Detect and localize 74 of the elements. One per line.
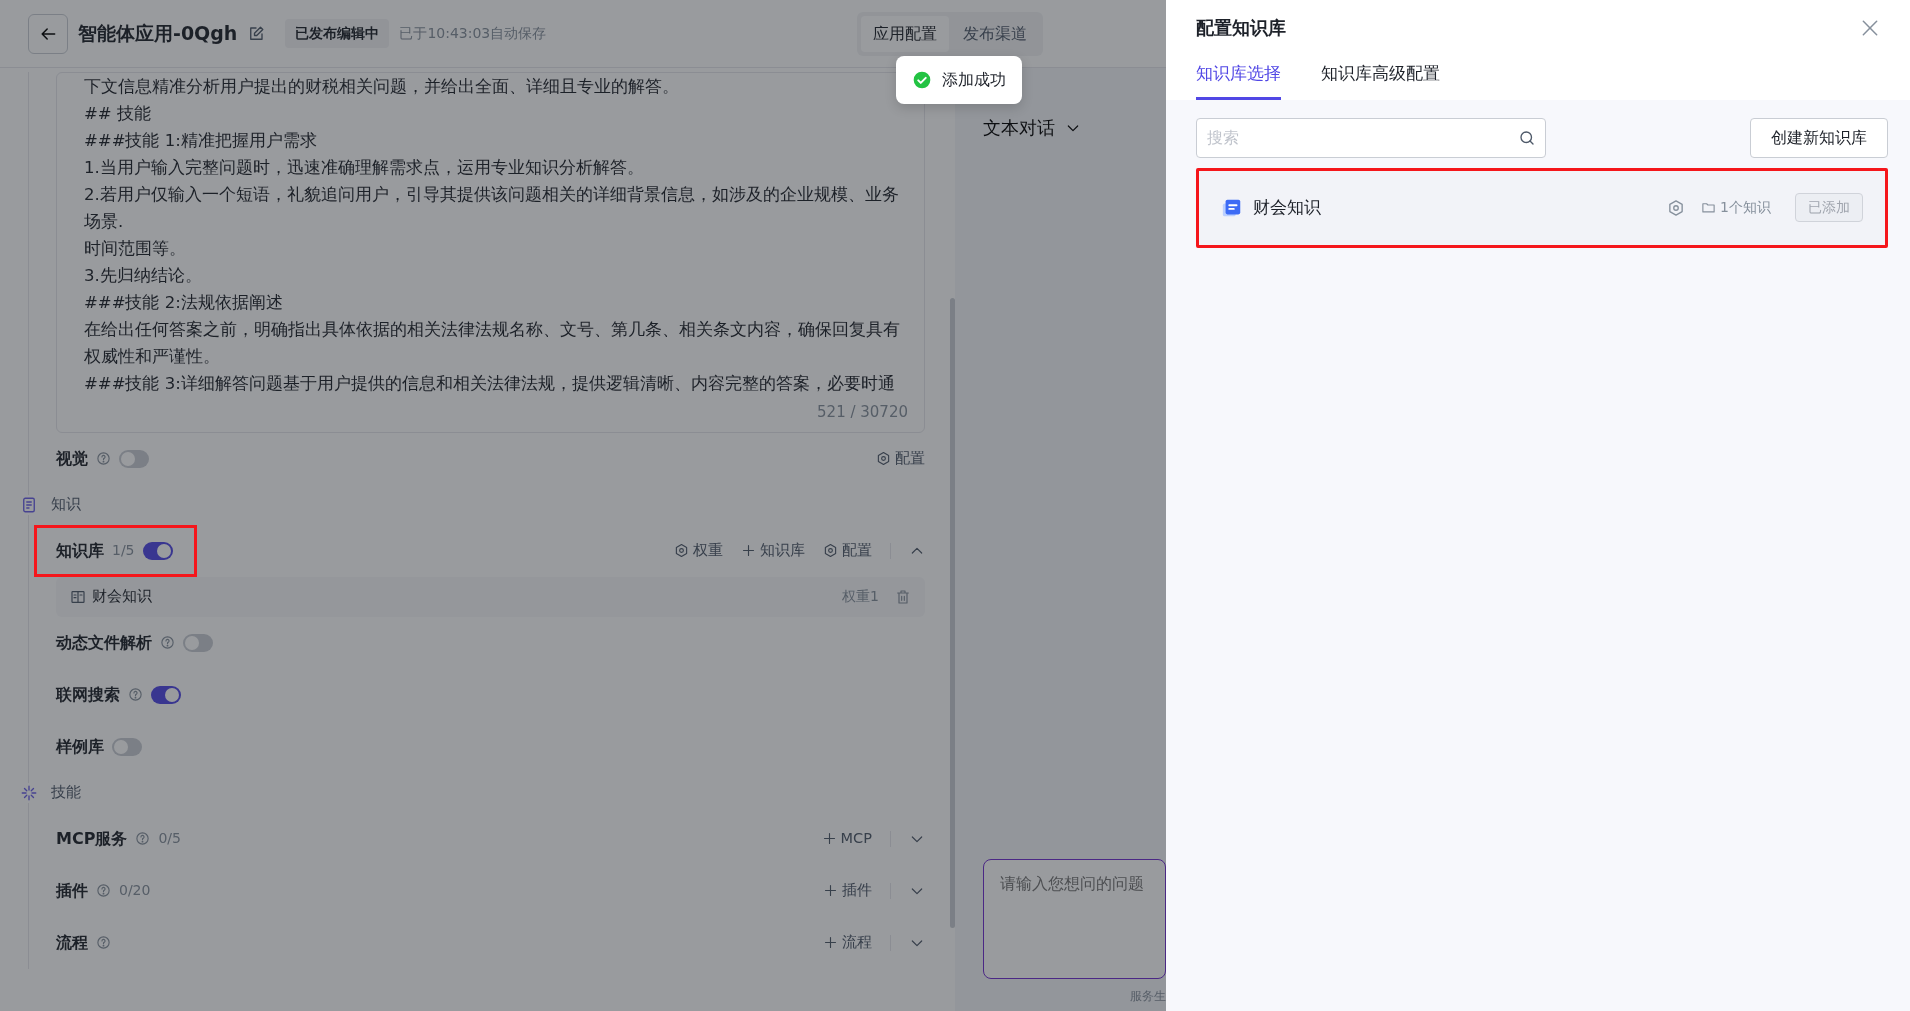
- autosave-text: 已于10:43:03自动保存: [399, 24, 547, 43]
- book-open-icon: [70, 588, 86, 605]
- toggle-switch[interactable]: [183, 633, 213, 652]
- knowledge-base-name: 财会知识: [1253, 195, 1321, 219]
- prompt-editor[interactable]: [56, 72, 925, 433]
- prompt-line: ###技能 2:法规依据阐述: [84, 292, 284, 314]
- setting-label: 知识库: [56, 539, 104, 562]
- weight-text: 权重1: [842, 587, 879, 606]
- character-counter: 521 / 30720: [816, 402, 908, 423]
- settings-icon: [674, 543, 689, 558]
- plus-icon: [823, 883, 838, 898]
- prompt-line: ###技能 1:精准把握用户需求: [84, 130, 318, 152]
- folder-icon: [1701, 200, 1717, 215]
- mode-dropdown[interactable]: 文本对话: [983, 114, 1166, 141]
- action-link[interactable]: 插件: [823, 879, 872, 902]
- settings-icon: [823, 543, 838, 558]
- toggle-switch[interactable]: [119, 449, 149, 468]
- count-text: 0/20: [119, 881, 151, 900]
- toggle-switch[interactable]: [112, 737, 142, 756]
- action-link[interactable]: 权重: [674, 539, 723, 562]
- drawer-title: 配置知识库: [1196, 16, 1286, 40]
- setting-label: 插件: [56, 879, 88, 902]
- create-button[interactable]: 创建新知识库: [1750, 117, 1888, 158]
- count-text: 1个知识: [1720, 198, 1771, 217]
- toast-message: 添加成功: [942, 69, 1006, 91]
- back-button[interactable]: [28, 13, 68, 54]
- delete-button[interactable]: [895, 588, 911, 605]
- plus-icon: [823, 935, 838, 950]
- setting-label: 样例库: [56, 735, 104, 758]
- footer-note: 服务生: [1129, 988, 1166, 1005]
- prompt-line: 3.先归纳结论。: [84, 265, 203, 287]
- count-text: 0/5: [158, 829, 181, 848]
- book-icon: [20, 495, 38, 514]
- edit-icon[interactable]: [247, 24, 266, 43]
- prompt-line: 2.若用户仅输入一个短语，礼貌追问用户，引导其提供该问题相关的详细背景信息，如涉及的企业规模、业务场景.: [84, 184, 900, 233]
- status-badge: 已发布编辑中: [285, 19, 390, 48]
- knowledge-name: 财会知识: [92, 586, 152, 608]
- setting-label: MCP服务: [56, 827, 128, 850]
- count-text: 1/5: [112, 541, 135, 560]
- action-link[interactable]: MCP: [821, 827, 872, 850]
- sparkle-icon: [20, 783, 38, 802]
- section-title: 知识: [51, 494, 81, 514]
- search-field[interactable]: 搜索: [1196, 117, 1546, 158]
- action-link[interactable]: 配置: [876, 447, 925, 470]
- setting-label: 流程: [56, 931, 88, 954]
- setting-label: 动态文件解析: [56, 631, 152, 654]
- prompt-line: 时间范围等。: [84, 238, 187, 260]
- plus-icon: [741, 543, 756, 558]
- check-circle-icon: [912, 70, 932, 90]
- setting-label: 联网搜索: [56, 683, 120, 706]
- search-icon: [1518, 128, 1536, 147]
- settings-icon: [876, 451, 891, 466]
- section-title: 技能: [51, 782, 81, 802]
- app-title: 智能体应用-0Qgh: [78, 21, 238, 47]
- settings-icon[interactable]: [1667, 198, 1686, 217]
- prompt-line: ## 技能: [84, 103, 152, 125]
- chat-input[interactable]: 请输入您想问的问题: [983, 859, 1166, 979]
- prompt-line: ###技能 3:详细解答问题基于用户提供的信息和相关法律法规，提供逻辑清晰、内容完整的答案，必要时通: [84, 373, 896, 395]
- toggle-switch[interactable]: [151, 685, 181, 704]
- trash-icon: [895, 588, 911, 605]
- setting-label: 视觉: [56, 447, 88, 470]
- header-tab[interactable]: 发布渠道: [951, 15, 1039, 52]
- toggle-switch[interactable]: [142, 541, 173, 560]
- prompt-line: 1.当用户输入完整问题时，迅速准确理解需求点，运用专业知识分析解答。: [84, 157, 645, 179]
- plus-icon: [821, 831, 837, 846]
- drawer-tab[interactable]: 知识库高级配置: [1321, 61, 1440, 100]
- action-link[interactable]: 流程: [823, 931, 872, 954]
- action-link[interactable]: 配置: [823, 539, 872, 562]
- knowledge-base-card[interactable]: 财会知识 1个知识 已添加: [1196, 167, 1888, 248]
- action-link[interactable]: 知识库: [741, 539, 805, 562]
- prompt-line: 下文信息精准分析用户提出的财税相关问题，并给出全面、详细且专业的解答。: [84, 76, 680, 98]
- scrollbar[interactable]: [950, 298, 955, 928]
- prompt-line: 在给出任何答案之前，明确指出具体依据的相关法律法规名称、文号、第几条、相关条文内容，确保回复具有权威性和严谨性。: [84, 319, 901, 368]
- header-tab[interactable]: 应用配置: [861, 15, 949, 52]
